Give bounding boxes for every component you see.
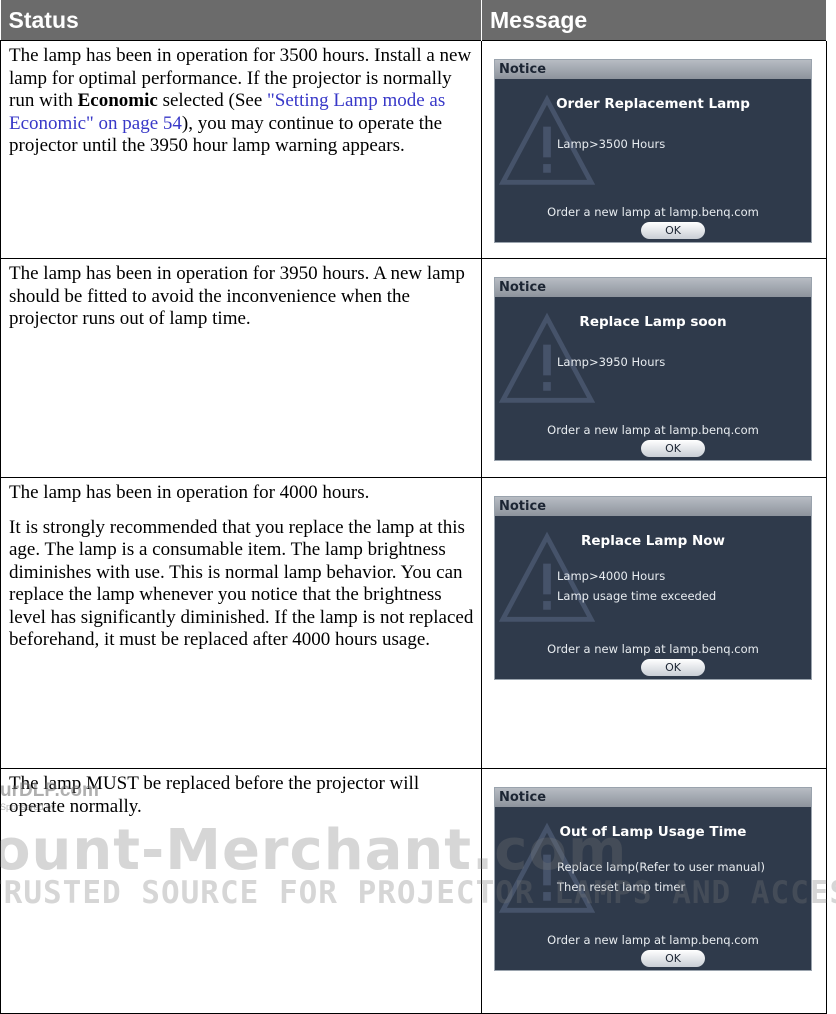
status-text: The lamp has been in operation for 3950 … (9, 263, 465, 329)
status-column-header: Status (0, 0, 482, 41)
osd-title: Notice (495, 278, 811, 297)
table-row: The lamp has been in operation for 3950 … (0, 258, 827, 478)
status-text: It is strongly recommended that you repl… (9, 516, 474, 651)
osd-heading: Order Replacement Lamp (556, 96, 750, 112)
watermark-sponsor: Sponsored by (0, 802, 56, 812)
status-cell: The lamp has been in operation for 3500 … (0, 40, 482, 259)
osd-title: Notice (495, 788, 811, 807)
osd-info-line: Lamp usage time exceeded (557, 589, 717, 603)
manual-page: Status Message The lamp has been in oper… (0, 0, 836, 1014)
osd-notice-dialog: Notice Replace Lamp Now Lamp>4000 Hours … (494, 496, 812, 680)
status-text: The lamp has been in operation for 3500 … (9, 45, 475, 158)
message-cell: Notice Replace Lamp soon Lamp>3950 Hours… (481, 258, 827, 478)
table-header-row: Status Message (0, 0, 827, 41)
status-cell: The lamp has been in operation for 4000 … (0, 477, 482, 769)
table-row: The lamp has been in operation for 4000 … (0, 477, 827, 769)
osd-order-text: Order a new lamp at lamp.benq.com (547, 933, 759, 947)
osd-info-line: Lamp>3950 Hours (557, 355, 666, 369)
watermark-site: urDLP.com (0, 780, 99, 801)
economic-mode-term: Economic (77, 90, 158, 111)
ok-button[interactable]: OK (641, 659, 705, 676)
osd-heading: Replace Lamp soon (579, 314, 727, 330)
ok-button[interactable]: OK (641, 222, 705, 239)
osd-order-text: Order a new lamp at lamp.benq.com (547, 423, 759, 437)
osd-info-line: Lamp>3500 Hours (557, 137, 666, 151)
watermark-brand: ount-Merchant.com (0, 818, 628, 883)
status-text: The lamp has been in operation for 4000 … (9, 482, 370, 503)
status-cell: The lamp has been in operation for 3950 … (0, 258, 482, 478)
ok-button[interactable]: OK (641, 950, 705, 967)
status-text-part: selected (See (157, 90, 268, 111)
message-cell: Notice Replace Lamp Now Lamp>4000 Hours … (481, 477, 827, 769)
osd-order-text: Order a new lamp at lamp.benq.com (547, 205, 759, 219)
osd-notice-dialog: Notice Replace Lamp soon Lamp>3950 Hours… (494, 277, 812, 461)
ok-button[interactable]: OK (641, 440, 705, 457)
message-cell: Notice Order Replacement Lamp Lamp>3500 … (481, 40, 827, 259)
osd-title: Notice (495, 497, 811, 516)
message-column-header: Message (481, 0, 827, 41)
osd-notice-dialog: Notice Order Replacement Lamp Lamp>3500 … (494, 59, 812, 243)
watermark-tagline: TRUSTED SOURCE FOR PROJECTOR LAMPS AND A… (0, 875, 836, 911)
osd-title: Notice (495, 60, 811, 79)
osd-order-text: Order a new lamp at lamp.benq.com (547, 642, 759, 656)
osd-info-line: Lamp>4000 Hours (557, 569, 666, 583)
osd-heading: Replace Lamp Now (581, 533, 725, 549)
table-row: The lamp has been in operation for 3500 … (0, 40, 827, 259)
